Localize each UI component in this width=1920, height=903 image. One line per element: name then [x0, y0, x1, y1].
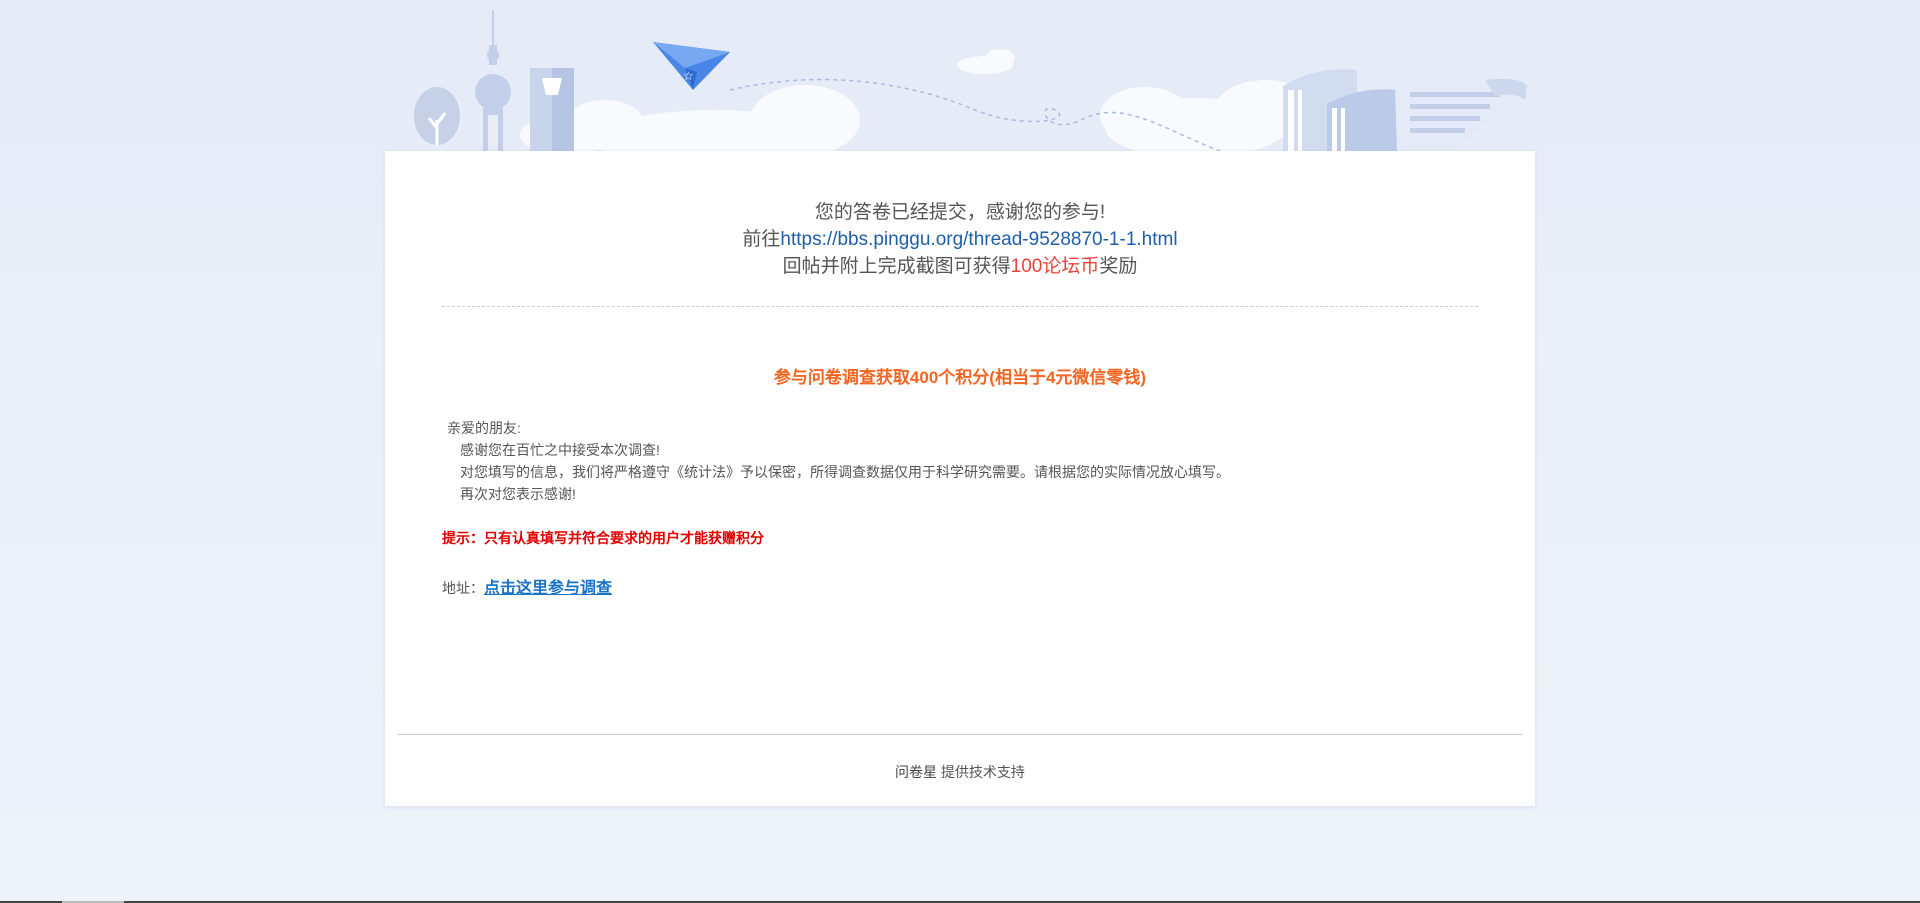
scroll-illustration — [1395, 78, 1527, 151]
join-survey-link[interactable]: 点击这里参与调查 — [484, 580, 612, 597]
footer: 问卷星 提供技术支持 — [385, 762, 1535, 782]
goto-line: 前往https://bbs.pinggu.org/thread-9528870-… — [385, 226, 1535, 253]
thread-link[interactable]: https://bbs.pinggu.org/thread-9528870-1-… — [780, 229, 1177, 250]
survey-greeting: 亲爱的朋友: 感谢您在百忙之中接受本次调查! 对您填写的信息，我们将严格遵守《统… — [442, 417, 1230, 505]
footer-divider — [397, 734, 1523, 735]
reward-line: 回帖并附上完成截图可获得100论坛币奖励 — [385, 253, 1535, 280]
tree-illustration — [414, 87, 460, 145]
paper-plane-icon: ☆ — [653, 42, 730, 90]
goto-prefix: 前往 — [742, 229, 781, 250]
reward-amount: 100论坛币 — [1010, 256, 1100, 277]
reward-suffix: 奖励 — [1099, 256, 1138, 277]
books-illustration — [1283, 69, 1397, 151]
thanks-line: 您的答卷已经提交，感谢您的参与! — [814, 202, 1106, 223]
footer-text: 提供技术支持 — [937, 764, 1025, 780]
body-line-3: 再次对您表示感谢! — [460, 486, 576, 502]
header-illustration: ☆ — [414, 10, 1527, 151]
address-row: 地址：点击这里参与调查 — [442, 574, 612, 598]
building-illustration — [530, 68, 574, 151]
body-line-1: 感谢您在百忙之中接受本次调查! — [460, 442, 660, 458]
svg-text:☆: ☆ — [683, 69, 694, 83]
survey-title: 参与问卷调查获取400个积分(相当于4元微信零钱) — [773, 368, 1147, 387]
address-label: 地址： — [442, 580, 484, 596]
dashed-divider — [442, 306, 1478, 307]
submission-message: 您的答卷已经提交，感谢您的参与! 前往https://bbs.pinggu.or… — [385, 199, 1535, 280]
tower-illustration — [475, 10, 511, 151]
footer-brand[interactable]: 问卷星 — [895, 764, 937, 780]
reward-prefix: 回帖并附上完成截图可获得 — [782, 256, 1011, 277]
greeting-line: 亲爱的朋友: — [447, 420, 521, 436]
result-card: 您的答卷已经提交，感谢您的参与! 前往https://bbs.pinggu.or… — [385, 151, 1535, 806]
body-line-2: 对您填写的信息，我们将严格遵守《统计法》予以保密，所得调查数据仅用于科学研究需要… — [460, 464, 1230, 480]
tip-text: 提示：只有认真填写并符合要求的用户才能获赠积分 — [442, 530, 764, 546]
cloud-illustration — [520, 49, 1315, 151]
